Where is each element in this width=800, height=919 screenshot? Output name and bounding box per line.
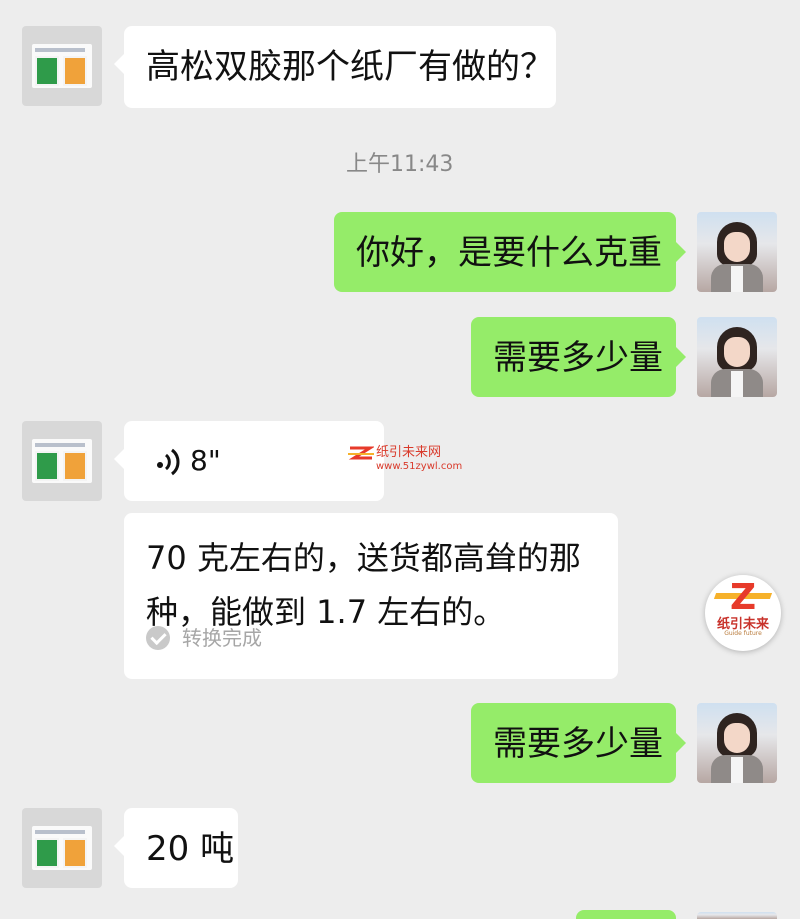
my-avatar-partial[interactable] — [697, 912, 777, 919]
my-avatar[interactable] — [697, 317, 777, 397]
sent-message-bubble[interactable]: 需要多少量 — [471, 703, 686, 783]
my-avatar[interactable] — [697, 212, 777, 292]
transcript-status-text: 转换完成 — [182, 626, 262, 650]
message-text: 高松双胶那个纸厂有做的？ — [146, 47, 554, 87]
message-text: 需要多少量 — [493, 724, 663, 764]
watermark-url: www.51zywl.com — [376, 461, 463, 472]
watermark-name: 纸引未来网 — [376, 445, 442, 460]
check-circle-icon — [146, 626, 170, 650]
sent-message-bubble[interactable]: 需要多少量 — [471, 317, 686, 397]
transcript-status: 转换完成 — [146, 611, 262, 665]
watermark-logo-icon — [348, 446, 374, 460]
watermark: 纸引未来网 www.51zywl.com — [348, 445, 462, 474]
voice-transcript-bubble[interactable]: 70 克左右的，送货都高耸的那种，能做到 1.7 左右的。 转换完成 — [124, 513, 618, 679]
sent-message-bubble-partial[interactable] — [576, 910, 676, 919]
floating-logo-button[interactable]: Z 纸引未来 Guide future — [705, 575, 781, 651]
voice-duration: 8" — [190, 444, 221, 477]
message-text: 20 吨 — [146, 829, 235, 869]
contact-avatar[interactable] — [22, 26, 102, 106]
contact-avatar[interactable] — [22, 808, 102, 888]
received-message-bubble[interactable]: 20 吨 — [114, 808, 238, 888]
contact-avatar[interactable] — [22, 421, 102, 501]
logo-letter: Z — [729, 577, 757, 618]
sent-message-bubble[interactable]: 你好，是要什么克重 — [334, 212, 686, 292]
logo-subtitle: Guide future — [724, 630, 762, 637]
message-text: 你好，是要什么克重 — [356, 233, 662, 273]
received-message-bubble[interactable]: 高松双胶那个纸厂有做的？ — [114, 26, 556, 108]
voice-message-bubble[interactable]: 8" — [114, 421, 384, 501]
voice-wave-icon — [157, 448, 180, 476]
message-timestamp: 上午11:43 — [346, 152, 454, 177]
my-avatar[interactable] — [697, 703, 777, 783]
message-text: 需要多少量 — [493, 338, 663, 378]
